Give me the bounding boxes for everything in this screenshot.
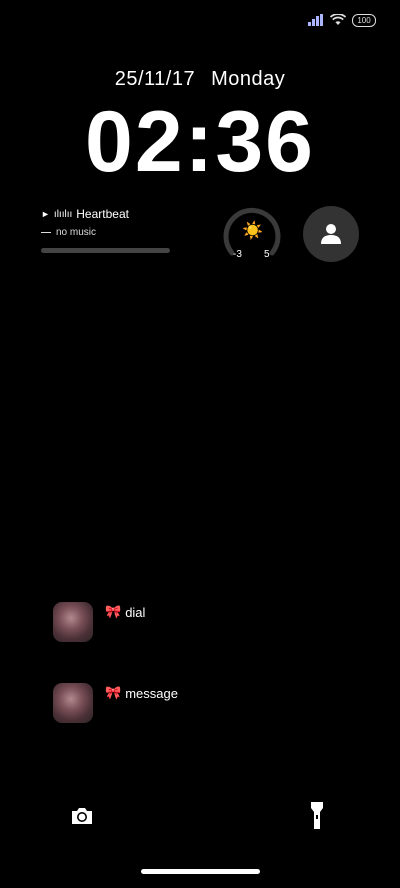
- battery-indicator: 100: [352, 13, 376, 27]
- waveform-icon: ılıılıı: [53, 208, 73, 220]
- temp-low: -3: [233, 249, 242, 260]
- temp-high: 5: [264, 249, 270, 260]
- weather-widget[interactable]: ☀️ -3 5: [222, 205, 282, 265]
- signal-icon: [308, 14, 323, 26]
- music-widget[interactable]: ► ılıılıı Heartbeat ⎯⎯ no music: [41, 207, 171, 253]
- shortcut-dial[interactable]: 🎀 dial: [53, 602, 145, 642]
- camera-button[interactable]: [70, 806, 94, 830]
- weekday: Monday: [211, 68, 286, 90]
- flashlight-button[interactable]: [310, 801, 324, 835]
- clock-time: 02:36: [85, 94, 315, 190]
- wifi-icon: [330, 14, 346, 25]
- flashlight-icon: [311, 802, 323, 829]
- music-progress-bar[interactable]: [41, 248, 170, 253]
- home-indicator[interactable]: [141, 869, 260, 874]
- ribbon-icon: 🎀: [105, 685, 122, 700]
- person-icon: [321, 224, 341, 244]
- music-subtitle: no music: [56, 227, 97, 238]
- ribbon-icon: 🎀: [105, 604, 122, 619]
- date-row: 25/11/17 Monday: [0, 68, 400, 91]
- status-bar: 100: [308, 12, 376, 28]
- shortcut-label: dial: [125, 604, 146, 620]
- play-icon[interactable]: ►: [41, 209, 50, 219]
- shortcut-thumbnail[interactable]: [53, 683, 93, 723]
- contact-button[interactable]: [303, 206, 359, 262]
- shortcut-label: message: [125, 685, 178, 701]
- shortcut-thumbnail[interactable]: [53, 602, 93, 642]
- dash-glyph: ⎯⎯: [41, 227, 51, 238]
- camera-icon: [72, 808, 92, 824]
- sun-icon: ☀️: [242, 221, 264, 240]
- shortcut-message[interactable]: 🎀 message: [53, 683, 178, 723]
- date: 25/11/17: [114, 68, 196, 90]
- music-title: Heartbeat: [76, 207, 129, 221]
